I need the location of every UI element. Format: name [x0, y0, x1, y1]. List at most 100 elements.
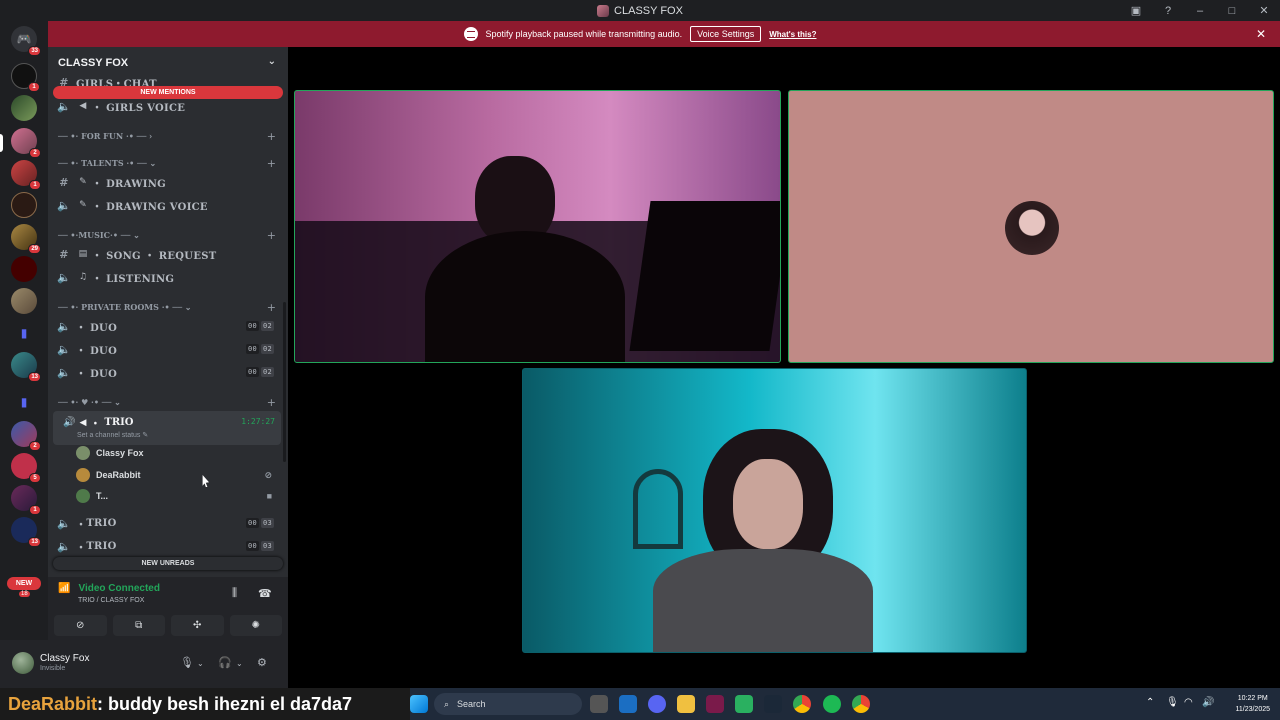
category-talents[interactable]: ── •· TALENTS ·• ── ⌄ + — [58, 155, 280, 171]
add-channel-icon[interactable]: + — [267, 301, 276, 314]
category-private-rooms[interactable]: ── •· PRIVATE ROOMS ·• ── ⌄ + — [58, 299, 280, 315]
task-view-icon[interactable] — [590, 695, 608, 713]
channel-song-request[interactable]: # ▤ ・ SONG ・ REQUEST — [56, 244, 280, 264]
speaker-icon: 🔈 — [57, 342, 71, 356]
add-channel-icon[interactable]: + — [267, 130, 276, 143]
app-icon[interactable] — [619, 695, 637, 713]
windows-start-icon[interactable] — [410, 695, 428, 713]
chevron-down-icon: ⌄ — [267, 56, 276, 67]
video-tile[interactable] — [294, 90, 781, 363]
soundboard-icon[interactable]: ✺ — [229, 615, 282, 636]
server-list: 🎮 33 1 2 1 29 ▮ 13 ▮ 2 5 1 13 NEW 18 — [0, 21, 48, 689]
volume-icon[interactable]: 🔊 — [1202, 697, 1214, 708]
speaker-icon: 🔈 — [57, 198, 71, 212]
inbox-icon[interactable]: ▣ — [1120, 0, 1152, 21]
server-icon[interactable]: 2 — [11, 128, 41, 158]
channel-trio[interactable]: 🔈 ・ TRIO 00 03 — [56, 536, 280, 556]
server-icon[interactable] — [11, 192, 37, 218]
channel-listening[interactable]: 🔈 ♫ ・ LISTENING — [56, 267, 280, 287]
signal-icon[interactable]: 📶 — [58, 583, 70, 594]
help-icon[interactable]: ? — [1152, 0, 1184, 21]
server-icon[interactable]: 1 — [11, 63, 40, 92]
server-icon[interactable]: 5 — [11, 453, 41, 483]
chrome-icon[interactable] — [793, 695, 811, 713]
chevron-up-icon[interactable]: ⌃ — [1146, 697, 1154, 708]
folder-icon[interactable]: ▮ — [11, 389, 37, 415]
disconnect-icon[interactable]: ☎ — [258, 587, 272, 600]
file-explorer-icon[interactable] — [677, 695, 695, 713]
close-window-button[interactable]: ✕ — [1248, 0, 1280, 21]
new-unreads-pill[interactable]: NEW — [7, 577, 41, 590]
speaker-icon: 🔈 — [57, 539, 71, 553]
screen-share-icon[interactable]: ⧉ — [112, 615, 165, 636]
discord-home-icon[interactable]: 🎮 33 — [11, 26, 41, 56]
new-unreads-pill[interactable]: NEW UNREADS — [53, 557, 283, 570]
selected-server-pill — [0, 134, 3, 152]
channel-trio[interactable]: 🔈 ・ TRIO 00 03 — [56, 513, 280, 533]
speaker-icon: 🔊 — [63, 417, 76, 428]
server-icon[interactable] — [11, 256, 37, 282]
channel-status[interactable]: Set a channel status ✎ — [77, 431, 148, 439]
channel-drawing[interactable]: # ✎ ・ DRAWING — [56, 172, 280, 192]
gear-icon[interactable]: ⚙ — [257, 656, 267, 669]
video-tile[interactable] — [788, 90, 1274, 363]
close-icon[interactable]: ✕ — [1256, 27, 1266, 41]
add-channel-icon[interactable]: + — [267, 157, 276, 170]
notice-text: Spotify playback paused while transmitti… — [485, 29, 683, 39]
sidebar-scrollbar[interactable] — [283, 302, 286, 462]
voice-member[interactable]: T... ■ — [76, 487, 276, 505]
steam-icon[interactable] — [764, 695, 782, 713]
microphone-icon[interactable]: 🎙 — [1166, 697, 1179, 708]
taskbar-clock[interactable]: 10:22 PM 11/23/2025 — [1235, 693, 1270, 715]
whats-this-link[interactable]: What's this? — [769, 30, 816, 39]
camera-off-icon[interactable]: ⊘ — [54, 615, 107, 636]
caption-overlay: DeaRabbit : buddy besh ihezni el da7da7 — [0, 688, 410, 720]
server-icon[interactable]: 29 — [11, 224, 41, 254]
voice-member[interactable]: Classy Fox — [76, 444, 276, 462]
category-heart[interactable]: ── •· ♥ ·• ── ⌄ + — [58, 394, 280, 410]
folder-icon[interactable]: ▮ — [11, 320, 37, 346]
category-for-fun[interactable]: ── •· FOR FUN ·• ── › + — [58, 128, 280, 144]
channel-girls-voice[interactable]: 🔈 ◀ ・ GIRLS VOICE — [56, 96, 280, 116]
voice-location[interactable]: TRIO / CLASSY FOX — [78, 597, 144, 604]
microphone-icon[interactable]: 🎙 — [180, 656, 194, 669]
avatar — [1005, 201, 1059, 255]
call-timer: 1:27:27 — [241, 417, 275, 426]
server-icon[interactable] — [11, 95, 37, 121]
server-icon[interactable]: 1 — [11, 160, 41, 190]
maximize-button[interactable]: □ — [1216, 0, 1248, 21]
channel-duo[interactable]: 🔈 ・ DUO 00 02 — [56, 316, 280, 336]
channel-sidebar: CLASSY FOX ⌄ # GIRLS・CHAT NEW MENTIONS 🔈 ◀… — [48, 47, 288, 577]
video-tile[interactable] — [522, 368, 1027, 653]
app-icon[interactable] — [735, 695, 753, 713]
wifi-icon[interactable]: ◠ — [1184, 697, 1193, 708]
server-icon[interactable]: 2 — [11, 421, 41, 451]
taskbar-search[interactable]: ⌕ Search — [434, 693, 582, 715]
channel-drawing-voice[interactable]: 🔈 ✎ ・ DRAWING VOICE — [56, 195, 280, 215]
channel-trio-active[interactable]: 🔊 ◀ ・ TRIO 1:27:27 Set a channel status ✎ — [53, 411, 281, 445]
spotify-icon[interactable] — [823, 695, 841, 713]
avatar — [76, 446, 90, 460]
server-icon[interactable]: 1 — [11, 485, 41, 515]
add-channel-icon[interactable]: + — [267, 396, 276, 409]
category-music[interactable]: ── •·MUSIC·• ── ⌄ + — [58, 227, 280, 243]
voice-status: Video Connected — [78, 583, 160, 594]
server-icon[interactable] — [11, 288, 37, 314]
chevron-down-icon[interactable]: ⌄ — [197, 659, 204, 668]
voice-member[interactable]: DeaRabbit ⊘ — [76, 466, 276, 484]
discord-icon[interactable] — [648, 695, 666, 713]
noise-suppression-icon[interactable]: ⫼ — [232, 587, 237, 600]
headphones-icon[interactable]: 🎧 — [218, 656, 232, 669]
app-icon[interactable] — [706, 695, 724, 713]
server-icon[interactable]: 13 — [11, 517, 41, 547]
channel-duo[interactable]: 🔈 ・ DUO 00 02 — [56, 362, 280, 382]
chevron-down-icon[interactable]: ⌄ — [236, 659, 243, 668]
avatar[interactable] — [12, 652, 34, 674]
activities-icon[interactable]: ✣ — [171, 615, 224, 636]
chrome-icon[interactable] — [852, 695, 870, 713]
minimize-button[interactable]: – — [1184, 0, 1216, 21]
voice-settings-button[interactable]: Voice Settings — [690, 26, 762, 42]
add-channel-icon[interactable]: + — [267, 229, 276, 242]
channel-duo[interactable]: 🔈 ・ DUO 00 02 — [56, 339, 280, 359]
server-icon[interactable]: 13 — [11, 352, 41, 382]
